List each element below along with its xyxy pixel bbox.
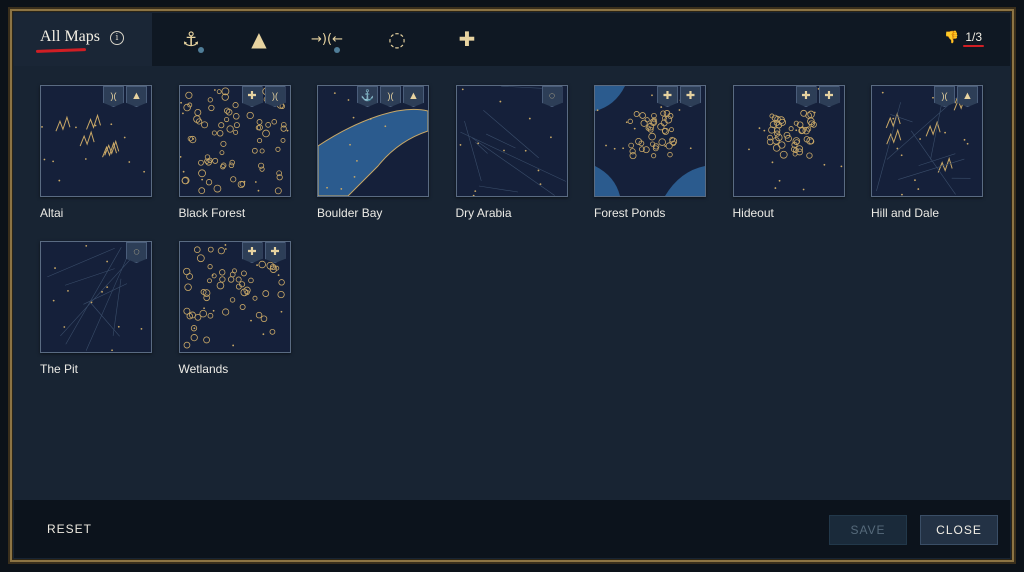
map-feature-badges: ⚓)(▲	[357, 86, 424, 107]
feature-badge-icon: ✚	[795, 86, 817, 107]
feature-badge-icon: )(	[934, 86, 955, 107]
map-name: Dry Arabia	[455, 206, 512, 220]
feature-badge-icon: ✚	[241, 242, 263, 263]
footer-bar: RESET SAVE CLOSE	[14, 500, 1010, 558]
filter-active-dot	[198, 47, 204, 53]
close-button[interactable]: CLOSE	[920, 515, 998, 545]
map-thumbnail[interactable]: ⚓)(▲	[317, 85, 429, 197]
mountain-icon-glyph: ▲	[251, 27, 267, 51]
map-thumbnail[interactable]: ◌	[40, 241, 152, 353]
feature-badge-icon: ⚓	[357, 86, 378, 107]
feature-badge-icon: )(	[264, 86, 286, 107]
feature-badge-icon: ◌	[126, 242, 147, 263]
ban-count: 1/3	[963, 30, 984, 47]
map-card[interactable]: )(▲ Hill and Dale	[871, 85, 983, 220]
thumbs-down-icon: 👎	[944, 30, 960, 44]
map-card[interactable]: ✚ ✚ Hideout	[732, 85, 845, 220]
map-card[interactable]: ⚓)(▲ Boulder Bay	[317, 85, 429, 220]
map-feature-badges: )(▲	[934, 86, 978, 107]
feature-badge-icon: ▲	[403, 86, 424, 107]
map-thumbnail[interactable]: ◌	[455, 85, 568, 197]
map-card[interactable]: ◌ The Pit	[40, 241, 152, 376]
map-name: The Pit	[40, 362, 79, 376]
map-name: Black Forest	[178, 206, 246, 220]
ring-icon[interactable]: ◌	[380, 24, 414, 54]
map-card[interactable]: ✚ ✚ Wetlands	[178, 241, 291, 376]
anchor-icon-glyph: ⚓	[182, 27, 200, 51]
map-name: Forest Ponds	[594, 206, 666, 220]
filter-toolbar: All Maps i ⚓ ▲ →)(← ◌ ✚ 👎 1/3	[14, 13, 1010, 66]
map-name: Hideout	[732, 206, 774, 220]
map-thumbnail[interactable]: )(▲	[40, 85, 152, 197]
reset-button[interactable]: RESET	[47, 522, 92, 536]
map-card[interactable]: ◌ Dry Arabia	[455, 85, 568, 220]
feature-badge-icon: ✚	[264, 242, 286, 263]
info-icon[interactable]: i	[110, 31, 124, 45]
map-picker-panel: All Maps i ⚓ ▲ →)(← ◌ ✚ 👎 1/3 )(▲ Altai ✚)(Bla…	[10, 9, 1014, 562]
feature-badge-icon: )(	[103, 86, 124, 107]
filter-active-dot	[334, 47, 340, 53]
map-feature-badges: ✚ ✚	[795, 86, 840, 107]
feature-badge-icon: ▲	[126, 86, 147, 107]
map-card[interactable]: ✚ ✚ Forest Ponds	[594, 85, 706, 220]
anchor-icon[interactable]: ⚓	[174, 24, 208, 54]
map-thumbnail[interactable]: ✚)(	[178, 85, 291, 197]
plus-icon[interactable]: ✚	[450, 24, 484, 54]
feature-badge-icon: )(	[380, 86, 401, 107]
ban-counter: 👎 1/3	[944, 30, 984, 47]
map-name: Wetlands	[178, 362, 229, 376]
feature-badge-icon: ▲	[957, 86, 978, 107]
feature-badge-icon: ✚	[680, 86, 701, 107]
map-feature-badges: ✚ ✚	[657, 86, 701, 107]
map-feature-badges: ✚ ✚	[241, 242, 286, 263]
map-name: Altai	[40, 206, 64, 220]
mountain-icon[interactable]: ▲	[242, 24, 276, 54]
plus-icon-glyph: ✚	[458, 27, 476, 51]
map-feature-badges: ◌	[541, 86, 563, 107]
tab-all-maps-label: All Maps	[40, 28, 100, 45]
chokepoint-icon[interactable]: →)(←	[310, 24, 344, 54]
tab-underline	[35, 48, 87, 53]
map-feature-badges: )(▲	[103, 86, 147, 107]
feature-badge-icon: ✚	[818, 86, 840, 107]
map-feature-badges: ✚)(	[241, 86, 286, 107]
ring-icon-glyph: ◌	[388, 27, 406, 51]
map-feature-badges: ◌	[126, 242, 147, 263]
tab-all-maps[interactable]: All Maps i	[14, 13, 152, 66]
feature-badge-icon: ◌	[541, 86, 563, 107]
map-card[interactable]: ✚)( Black Forest	[178, 85, 291, 220]
save-button[interactable]: SAVE	[829, 515, 907, 545]
map-thumbnail[interactable]: )(▲	[871, 85, 983, 197]
chokepoint-icon-glyph: →)(←	[311, 31, 343, 47]
map-thumbnail[interactable]: ✚ ✚	[178, 241, 291, 353]
map-card[interactable]: )(▲ Altai	[40, 85, 152, 220]
feature-badge-icon: ✚	[657, 86, 678, 107]
map-name: Boulder Bay	[317, 206, 383, 220]
map-thumbnail[interactable]: ✚ ✚	[594, 85, 706, 197]
feature-badge-icon: ✚	[241, 86, 263, 107]
map-thumbnail[interactable]: ✚ ✚	[732, 85, 845, 197]
map-name: Hill and Dale	[871, 206, 940, 220]
